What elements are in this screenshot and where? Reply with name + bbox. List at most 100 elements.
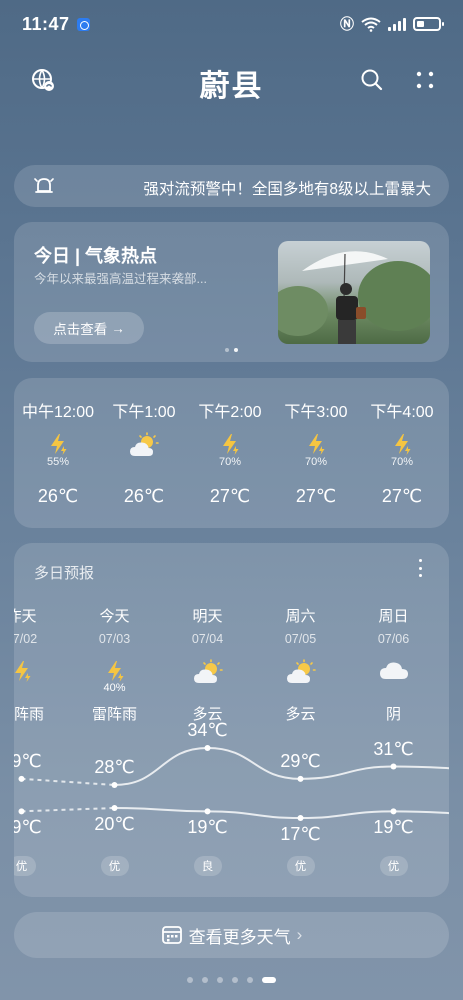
low-temp-line-point <box>204 808 211 815</box>
low-temp-line-point <box>18 808 25 815</box>
status-bar: 11:47 Ⓝ <box>0 0 463 52</box>
day-low-temp: 20℃ <box>94 814 135 834</box>
news-pager-dot <box>234 348 238 352</box>
calendar-icon <box>161 926 182 944</box>
wifi-icon <box>361 17 381 32</box>
day-date: 07/04 <box>191 632 224 646</box>
arrow-right-icon: → <box>111 320 125 336</box>
city-page-dot[interactable] <box>217 977 223 983</box>
signal-icon <box>388 17 406 31</box>
hourly-time: 下午2:00 <box>198 404 262 421</box>
day-condition: 雷阵雨 <box>91 706 137 723</box>
day-high-temp: 29℃ <box>14 750 42 771</box>
daily-forecast-card[interactable]: 多日预报 昨天07/02雷阵雨29℃19℃优今天07/0340%雷阵雨28℃20… <box>14 543 449 897</box>
city-page-dot[interactable] <box>187 977 193 983</box>
day-high-temp: 31℃ <box>373 738 414 759</box>
day-low-temp: 19℃ <box>373 817 414 838</box>
day-high-temp: 34℃ <box>187 720 228 740</box>
header: 蔚县 <box>0 55 463 111</box>
city-page-dot[interactable] <box>247 977 253 983</box>
thunder-icon <box>15 432 101 458</box>
view-news-label: 点击查看 <box>53 322 108 337</box>
weather-news-card[interactable]: 今日 | 气象热点 今年以来最强高温过程来袭部... 点击查看 → <box>14 222 449 362</box>
hourly-precip-chance: 70% <box>218 456 242 468</box>
alarm-bell-icon <box>34 178 54 193</box>
low-temp-line-point <box>297 815 304 821</box>
nfc-icon: Ⓝ <box>340 16 354 32</box>
city-page-dot[interactable] <box>262 977 276 983</box>
city-page-indicator[interactable] <box>0 977 463 983</box>
hourly-temp: 27℃ <box>295 486 337 506</box>
high-temp-line-point <box>204 745 211 751</box>
day-aqi-badge: 良 <box>193 856 222 876</box>
low-temp-line-point <box>390 808 397 815</box>
cloud-icon <box>347 659 440 685</box>
search-button[interactable] <box>357 65 387 95</box>
partly-cloudy-icon <box>161 659 254 685</box>
day-low-temp: 17℃ <box>280 824 321 844</box>
partly-cloudy-icon <box>254 659 347 685</box>
weather-alert-banner[interactable]: 强对流预警中！全国多地有8级以上雷暴大 <box>14 165 449 207</box>
city-title[interactable]: 蔚县 <box>0 61 463 105</box>
day-name: 周六 <box>285 608 316 625</box>
day-aqi-badge: 优 <box>379 856 408 876</box>
hourly-temp: 27℃ <box>209 486 251 506</box>
high-temp-line-point <box>390 763 397 770</box>
day-name: 明天 <box>192 608 223 625</box>
news-pager-dot <box>225 348 229 352</box>
news-photo[interactable] <box>278 241 430 344</box>
partly-cloudy-icon <box>101 432 187 458</box>
hourly-time: 下午3:00 <box>284 404 348 421</box>
day-condition: 雷阵雨 <box>14 706 44 723</box>
thunder-icon <box>273 432 359 458</box>
hourly-temp: 26℃ <box>123 486 165 506</box>
news-subtitle: 今年以来最强高温过程来袭部... <box>34 272 207 286</box>
day-name: 昨天 <box>14 608 37 625</box>
day-high-temp: 28℃ <box>94 757 135 777</box>
day-date: 07/06 <box>377 632 410 646</box>
hourly-time: 中午12:00 <box>21 404 95 421</box>
high-temp-line-point <box>111 782 118 788</box>
high-temp-line-past-segment <box>21 777 115 786</box>
day-date: 07/05 <box>284 632 317 646</box>
thunder-icon <box>359 432 445 458</box>
hourly-time: 下午4:00 <box>370 404 434 421</box>
hourly-temp: 27℃ <box>381 486 423 506</box>
status-time: 11:47 <box>22 14 70 34</box>
more-weather-button[interactable]: 查看更多天气 › <box>14 912 449 958</box>
high-temp-line-point <box>297 775 304 782</box>
day-low-temp: 19℃ <box>187 817 228 838</box>
more-weather-label: 查看更多天气 <box>188 927 291 947</box>
chevron-right-icon: › <box>296 925 303 944</box>
day-aqi-badge: 优 <box>100 856 129 876</box>
hourly-precip-chance: 55% <box>46 456 70 468</box>
city-page-dot[interactable] <box>232 977 238 983</box>
day-low-temp: 19℃ <box>14 817 42 838</box>
day-precip-chance: 40% <box>103 682 126 694</box>
city-page-dot[interactable] <box>202 977 208 983</box>
day-date: 07/03 <box>98 632 131 646</box>
day-high-temp: 29℃ <box>280 750 321 771</box>
hourly-forecast-card[interactable]: 中午12:00 55% 26℃ 下午1:00 26℃ 下午2:00 70% 27℃ 下午3:00… <box>14 378 449 528</box>
low-temp-line-past-segment <box>21 807 115 813</box>
battery-icon <box>413 17 444 31</box>
low-temp-line-point <box>111 805 118 811</box>
day-name: 周日 <box>378 608 409 625</box>
thunder-icon <box>187 432 273 458</box>
status-icons: Ⓝ <box>340 14 444 34</box>
news-pager <box>14 348 449 352</box>
high-temp-line-point <box>18 775 25 782</box>
app-notification-icon <box>77 18 90 31</box>
hourly-precip-chance: 70% <box>304 456 328 468</box>
day-date: 07/02 <box>14 632 38 646</box>
day-condition: 阴 <box>385 706 401 723</box>
more-menu-button[interactable] <box>410 65 440 95</box>
news-title: 今日 | 气象热点 <box>34 246 158 266</box>
day-name: 今天 <box>99 608 130 625</box>
view-news-button[interactable]: 点击查看 → <box>34 312 144 344</box>
more-dots-icon <box>416 71 434 89</box>
hourly-time: 下午1:00 <box>112 404 176 421</box>
search-icon <box>361 69 383 91</box>
hourly-temp: 26℃ <box>37 486 79 506</box>
alert-text: 强对流预警中！全国多地有8级以上雷暴大 <box>143 181 431 198</box>
